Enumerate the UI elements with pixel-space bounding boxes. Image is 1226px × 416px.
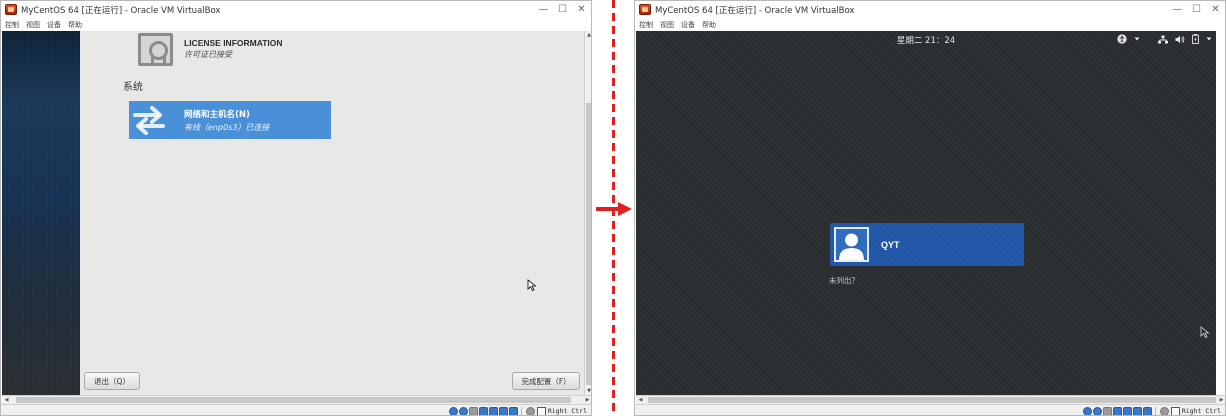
optical-drive-icon[interactable] (1092, 406, 1102, 415)
volume-icon[interactable] (1175, 35, 1185, 44)
scrollbar-thumb[interactable] (586, 103, 591, 385)
accessibility-icon[interactable] (1117, 34, 1127, 44)
certificate-icon[interactable] (138, 33, 173, 66)
minimize-button[interactable]: — (534, 1, 553, 18)
status-separator (1154, 406, 1156, 415)
menu-devices[interactable]: 设备 (681, 20, 695, 30)
menu-bar: 控制 视图 设备 帮助 (635, 18, 1225, 31)
finish-configuration-button[interactable]: 完成配置（F） (512, 372, 580, 390)
display-icon[interactable] (508, 406, 518, 415)
user-name: QYT (881, 239, 900, 250)
network-arrows-icon (129, 101, 169, 139)
scroll-left-icon[interactable]: ◀ (636, 396, 645, 404)
title-bar[interactable]: MyCentOS 64 [正在运行] - Oracle VM VirtualBo… (635, 1, 1225, 18)
installer-sidebar (2, 31, 80, 395)
menu-machine[interactable]: 控制 (639, 20, 653, 30)
license-title[interactable]: LICENSE INFORMATION (184, 38, 283, 48)
network-adapter-icon[interactable] (1112, 406, 1122, 415)
window-title: MyCentOS 64 [正在运行] - Oracle VM VirtualBo… (655, 5, 855, 16)
virtualbox-app-icon (639, 4, 651, 15)
scroll-right-icon[interactable]: ▶ (1217, 396, 1225, 404)
host-key-label: Right Ctrl (547, 407, 587, 415)
virtualbox-window-left: MyCentOS 64 [正在运行] - Oracle VM VirtualBo… (0, 0, 592, 416)
minimize-button[interactable]: — (1168, 1, 1187, 18)
maximize-button[interactable]: ☐ (1187, 1, 1206, 18)
audio-icon[interactable] (468, 406, 478, 415)
close-button[interactable]: ✕ (572, 1, 591, 18)
menu-help[interactable]: 帮助 (68, 20, 82, 30)
horizontal-scrollbar[interactable]: ◀ ▶ (2, 395, 591, 404)
vertical-scrollbar[interactable]: ▲ ▼ (584, 31, 591, 395)
audio-icon[interactable] (1102, 406, 1112, 415)
transition-arrow-icon (596, 202, 632, 216)
chevron-down-icon[interactable] (1206, 36, 1212, 42)
menu-devices[interactable]: 设备 (47, 20, 61, 30)
shared-folders-icon[interactable] (1132, 406, 1142, 415)
license-status: 许可证已接受 (184, 50, 232, 59)
menu-help[interactable]: 帮助 (702, 20, 716, 30)
system-tray[interactable] (1110, 33, 1212, 45)
guest-display-login[interactable]: 星期二 21：24 QYT 未列出？ (636, 31, 1216, 395)
mouse-pointer-icon (1200, 326, 1210, 338)
usb-icon[interactable] (488, 406, 498, 415)
usb-icon[interactable] (1122, 406, 1132, 415)
hard-disk-icon[interactable] (448, 406, 458, 415)
optical-drive-icon[interactable] (458, 406, 468, 415)
network-wired-icon[interactable] (1158, 35, 1168, 44)
mouse-pointer-icon (527, 279, 537, 291)
scroll-left-icon[interactable]: ◀ (2, 396, 11, 404)
host-key-icon (536, 406, 546, 415)
menu-machine[interactable]: 控制 (5, 20, 19, 30)
host-key-icon (1170, 406, 1180, 415)
network-status: 有线（enp0s3）已连接 (184, 122, 270, 132)
user-avatar-icon (834, 227, 869, 262)
scroll-down-icon[interactable]: ▼ (585, 387, 591, 395)
not-listed-link[interactable]: 未列出？ (829, 275, 859, 286)
quit-button[interactable]: 退出（Q） (84, 372, 140, 390)
scrollbar-thumb[interactable] (16, 397, 571, 403)
chevron-down-icon[interactable] (1134, 36, 1140, 42)
scroll-up-icon[interactable]: ▲ (585, 31, 591, 39)
network-hostname-spoke[interactable]: 网络和主机名(N) 有线（enp0s3）已连接 (129, 101, 331, 139)
window-title: MyCentOS 64 [正在运行] - Oracle VM VirtualBo… (21, 5, 221, 16)
window-controls: — ☐ ✕ (534, 1, 591, 18)
section-heading-system: 系统 (123, 82, 143, 93)
shared-folders-icon[interactable] (498, 406, 508, 415)
hard-disk-icon[interactable] (1082, 406, 1092, 415)
display-icon[interactable] (1142, 406, 1152, 415)
network-title: 网络和主机名(N) (184, 109, 250, 120)
battery-icon[interactable] (1192, 34, 1199, 44)
host-key-label: Right Ctrl (1181, 407, 1221, 415)
virtualbox-app-icon (5, 4, 17, 15)
network-adapter-icon[interactable] (478, 406, 488, 415)
virtualbox-window-right: MyCentOS 64 [正在运行] - Oracle VM VirtualBo… (634, 0, 1226, 416)
scroll-right-icon[interactable]: ▶ (583, 396, 591, 404)
window-controls: — ☐ ✕ (1168, 1, 1225, 18)
status-bar: Right Ctrl (1, 404, 591, 415)
status-separator (520, 406, 522, 415)
guest-display-installer[interactable]: LICENSE INFORMATION 许可证已接受 系统 网络和主机名(N) … (2, 31, 591, 395)
maximize-button[interactable]: ☐ (553, 1, 572, 18)
close-button[interactable]: ✕ (1206, 1, 1225, 18)
gnome-top-bar: 星期二 21：24 (636, 31, 1216, 47)
status-bar: Right Ctrl (635, 404, 1225, 415)
recording-icon[interactable] (525, 406, 535, 415)
menu-view[interactable]: 视图 (26, 20, 40, 30)
horizontal-scrollbar[interactable]: ◀ ▶ (636, 395, 1225, 404)
recording-icon[interactable] (1159, 406, 1169, 415)
user-list-item[interactable]: QYT (830, 223, 1024, 266)
title-bar[interactable]: MyCentOS 64 [正在运行] - Oracle VM VirtualBo… (1, 1, 591, 18)
menu-bar: 控制 视图 设备 帮助 (1, 18, 591, 31)
menu-view[interactable]: 视图 (660, 20, 674, 30)
scrollbar-thumb[interactable] (648, 397, 1216, 403)
